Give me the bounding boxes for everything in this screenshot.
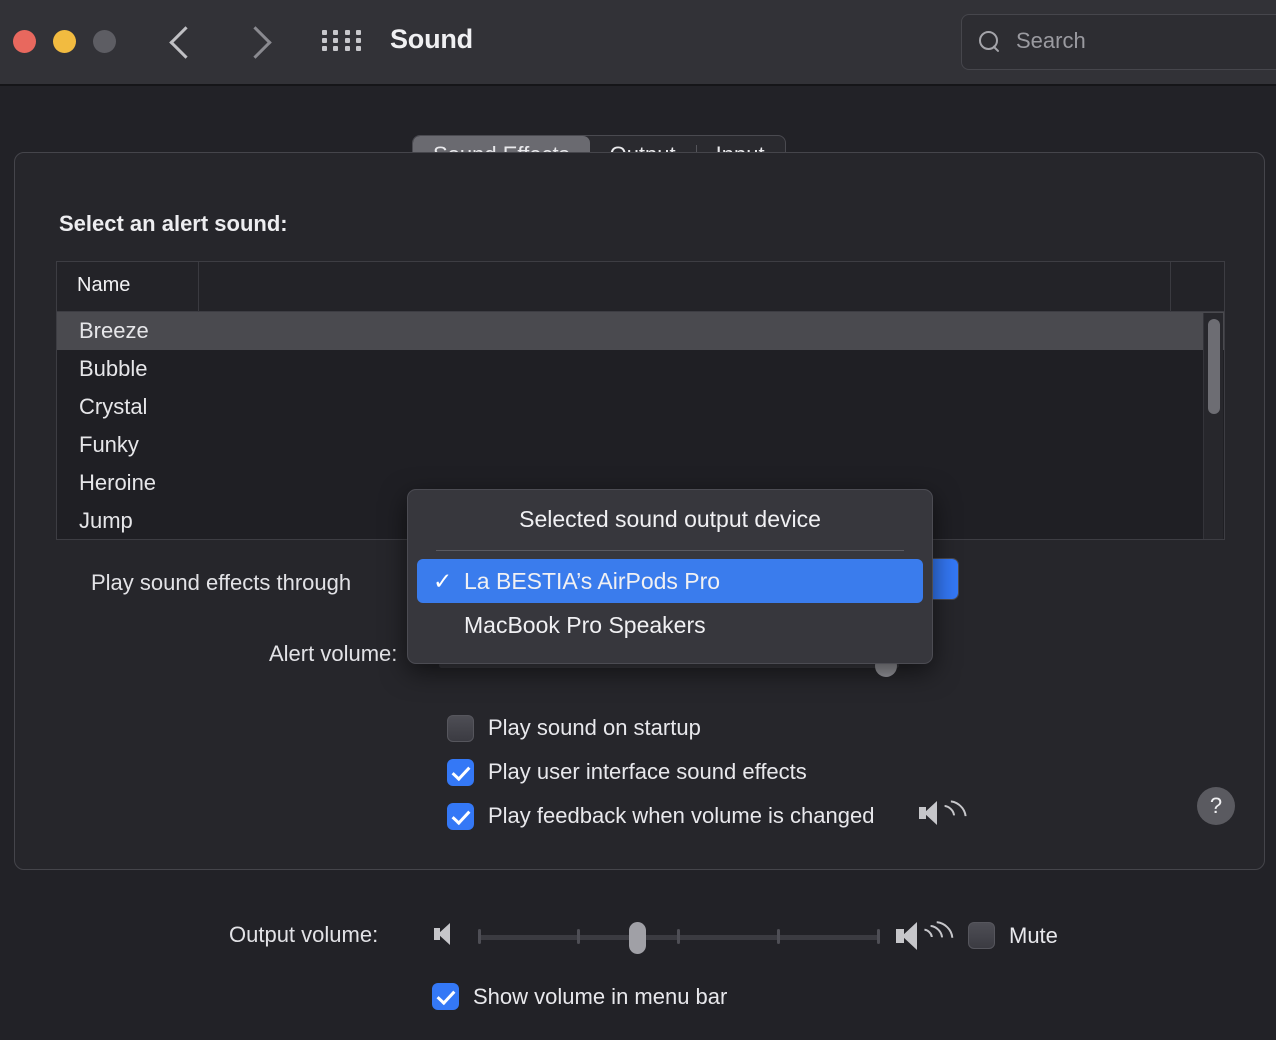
slider-tick — [478, 929, 481, 944]
traffic-lights — [13, 30, 116, 53]
chevron-right-icon[interactable] — [242, 18, 276, 66]
column-header-name: Name — [77, 274, 131, 296]
search-placeholder: Search — [1016, 28, 1086, 53]
zoom-window-button[interactable] — [93, 30, 116, 53]
checkbox-label: Mute — [1009, 922, 1058, 948]
alert-volume-label: Alert volume: — [269, 641, 398, 666]
dropdown-item-label: MacBook Pro Speakers — [464, 612, 706, 638]
checkbox-label: Show volume in menu bar — [473, 983, 728, 1009]
slider-tick — [777, 929, 780, 944]
speaker-waves-icon — [896, 915, 960, 957]
checkbox-show-volume-in-menu-bar[interactable]: Show volume in menu bar — [432, 983, 727, 1010]
dropdown-item-label: La BESTIA’s AirPods Pro — [464, 568, 721, 594]
slider-knob[interactable] — [629, 922, 646, 954]
slider-tick — [677, 929, 680, 944]
vertical-scrollbar[interactable] — [1203, 313, 1223, 539]
column-divider — [198, 262, 199, 312]
speaker-mute-icon — [434, 921, 462, 951]
checkbox-box[interactable] — [447, 802, 474, 830]
checkbox-label: Play user interface sound effects — [488, 759, 807, 784]
checkbox-box[interactable] — [968, 922, 995, 949]
checkmark-icon: ✓ — [433, 568, 453, 594]
table-row[interactable]: Bubble — [57, 350, 1224, 388]
search-field[interactable]: Search — [961, 14, 1276, 70]
output-device-dropdown-menu: Selected sound output device ✓ La BESTIA… — [407, 489, 933, 664]
slider-tick — [577, 929, 580, 944]
dropdown-item-macbook-speakers[interactable]: MacBook Pro Speakers — [417, 603, 923, 647]
dropdown-divider — [436, 550, 904, 551]
search-icon — [978, 30, 1002, 54]
checkbox-mute[interactable]: Mute — [968, 922, 1058, 949]
checkbox-play-ui-sound-effects[interactable]: Play user interface sound effects — [447, 750, 874, 794]
dropdown-item-airpods[interactable]: ✓ La BESTIA’s AirPods Pro — [417, 559, 923, 603]
help-button[interactable]: ? — [1197, 787, 1235, 825]
table-row[interactable]: Funky — [57, 426, 1224, 464]
speaker-waves-icon — [919, 794, 973, 834]
scrollbar-thumb[interactable] — [1208, 319, 1220, 414]
grid-apps-icon[interactable] — [322, 27, 364, 59]
sound-options-checkbox-group: Play sound on startup Play user interfac… — [447, 706, 874, 838]
alert-sound-label: Select an alert sound: — [59, 211, 288, 236]
column-divider — [1170, 262, 1171, 312]
checkbox-box[interactable] — [447, 714, 474, 742]
minimize-window-button[interactable] — [53, 30, 76, 53]
checkbox-label: Play sound on startup — [488, 715, 701, 740]
table-row[interactable]: Crystal — [57, 388, 1224, 426]
navigation-arrows — [168, 18, 276, 66]
checkbox-box[interactable] — [447, 758, 474, 786]
output-volume-slider[interactable] — [478, 922, 880, 954]
checkbox-play-sound-on-startup[interactable]: Play sound on startup — [447, 706, 874, 750]
page-title: Sound — [390, 24, 473, 54]
play-through-label: Play sound effects through — [91, 570, 352, 595]
close-window-button[interactable] — [13, 30, 36, 53]
slider-tick — [877, 929, 880, 944]
output-volume-label: Output volume: — [229, 922, 379, 947]
checkbox-label: Play feedback when volume is changed — [488, 803, 875, 828]
dropdown-header: Selected sound output device — [519, 506, 821, 532]
window-titlebar: Sound Search — [0, 0, 1276, 86]
chevron-left-icon[interactable] — [168, 18, 202, 66]
table-row[interactable]: Breeze — [57, 312, 1224, 350]
checkbox-box[interactable] — [432, 983, 459, 1010]
checkbox-play-feedback-volume-changed[interactable]: Play feedback when volume is changed — [447, 794, 874, 838]
table-header: Name — [57, 262, 1224, 312]
